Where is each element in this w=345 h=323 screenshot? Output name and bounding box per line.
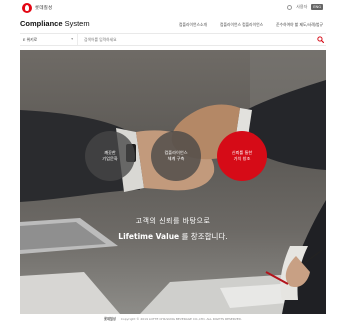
language-toggle-button[interactable]: ENG [311,4,323,10]
util-link-user[interactable]: 사용자 [296,4,307,10]
site-header: Compliance System 컴플라이언스소개 컴플라이언스 컴플라이언스… [0,17,345,33]
handshake-photo [20,50,326,314]
brand-rest: System [62,19,90,28]
value-circle-compliance-line2: 체계 구축 [167,156,185,161]
company-logo-text: 롯데칠성 [35,6,53,11]
hero-tagline-line2: Lifetime Value 를 창조합니다. [20,231,326,242]
hero-banner: 깨끗한 기업문화 컴플라이언스 체계 구축 신뢰를 통한 가치 창조 고객의 신… [20,50,326,314]
search-bar: E 위키로 ▾ [20,33,326,46]
company-logo-icon [22,3,32,13]
user-icon [287,4,293,10]
site-brand[interactable]: Compliance System [20,19,90,28]
nav-item-compliance[interactable]: 컴플라이언스 컴플라이언스 [220,22,263,28]
search-scope-label: E 위키로 [23,36,38,42]
nav-item-regulations[interactable]: 준수하여야 할 제도/사례/법규 [276,22,323,28]
value-circle-trust-line2: 가치 창조 [233,156,251,161]
hero-tagline-highlight: Lifetime Value [118,232,180,241]
site-footer: 롯데칠성 Copyright © 2019 LOTTE CHILSUNG BEV… [20,314,326,323]
value-circle-culture-line2: 기업문화 [102,156,118,161]
search-button[interactable] [314,34,326,45]
top-utility-bar: 롯데칠성 사용자 ENG [0,0,345,17]
footer-logo: 롯데칠성 [104,317,116,321]
value-circle-trust: 신뢰를 통한 가치 창조 [217,131,267,181]
hero-tagline-rest: 를 창조합니다. [179,232,228,241]
nav-item-intro[interactable]: 컴플라이언스소개 [179,22,207,28]
value-circle-culture: 깨끗한 기업문화 [85,131,135,181]
main-navigation: 컴플라이언스소개 컴플라이언스 컴플라이언스 준수하여야 할 제도/사례/법규 [179,22,323,28]
search-input[interactable] [78,34,314,45]
search-icon [316,36,324,43]
value-circle-compliance: 컴플라이언스 체계 구축 [151,131,201,181]
footer-copyright: Copyright © 2019 LOTTE CHILSUNG BEVERAGE… [120,316,242,321]
utility-links: 사용자 ENG [287,4,323,10]
company-logo[interactable]: 롯데칠성 [22,3,52,13]
chevron-down-icon: ▾ [71,37,73,41]
hero-tagline: 고객의 신뢰를 바탕으로 Lifetime Value 를 창조합니다. [20,216,326,242]
search-scope-select[interactable]: E 위키로 ▾ [20,34,78,45]
hero-tagline-line1: 고객의 신뢰를 바탕으로 [135,217,211,225]
brand-bold: Compliance [20,19,63,28]
